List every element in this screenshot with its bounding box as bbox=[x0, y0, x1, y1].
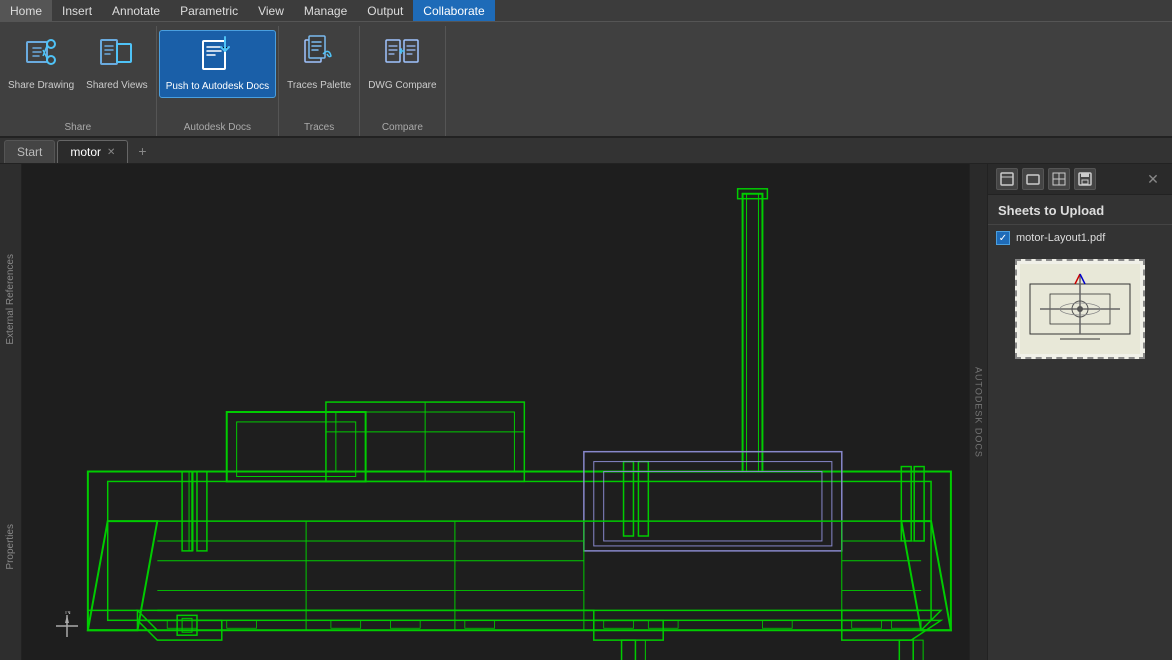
autodesk-docs-group-label: Autodesk Docs bbox=[159, 120, 276, 136]
ribbon: Share Drawing Shared Views Share bbox=[0, 22, 1172, 138]
share-drawing-icon bbox=[23, 34, 59, 78]
dwg-compare-label: DWG Compare bbox=[368, 80, 436, 92]
main-layout: External References Properties bbox=[0, 164, 1172, 660]
menu-home[interactable]: Home bbox=[0, 0, 52, 21]
ribbon-traces-section: Traces Palette Traces bbox=[279, 26, 360, 136]
ribbon-autodesk-docs-section: Push to Autodesk Docs Autodesk Docs bbox=[157, 26, 279, 136]
menu-output[interactable]: Output bbox=[357, 0, 413, 21]
compare-buttons-row: DWG Compare bbox=[362, 26, 442, 120]
properties-label[interactable]: Properties bbox=[3, 516, 18, 578]
menu-manage[interactable]: Manage bbox=[294, 0, 357, 21]
tab-add-button[interactable]: + bbox=[130, 139, 154, 163]
tab-motor-label: motor bbox=[70, 145, 101, 159]
shared-views-button[interactable]: Shared Views bbox=[80, 30, 154, 96]
menu-collaborate[interactable]: Collaborate bbox=[413, 0, 494, 21]
dwg-compare-icon bbox=[384, 34, 420, 78]
sheet-list-item[interactable]: ✓ motor-Layout1.pdf bbox=[988, 225, 1172, 251]
traces-palette-label: Traces Palette bbox=[287, 80, 351, 92]
sheet-checkbox[interactable]: ✓ bbox=[996, 231, 1010, 245]
ribbon-compare-section: DWG Compare Compare bbox=[360, 26, 445, 136]
drawing-area[interactable]: N AUTODESK DOCS bbox=[22, 164, 987, 660]
share-drawing-label: Share Drawing bbox=[8, 80, 74, 92]
tab-start[interactable]: Start bbox=[4, 140, 55, 163]
external-references-label[interactable]: External References bbox=[3, 246, 18, 353]
menu-view[interactable]: View bbox=[248, 0, 294, 21]
ribbon-share-section: Share Drawing Shared Views Share bbox=[0, 26, 157, 136]
menu-insert[interactable]: Insert bbox=[52, 0, 102, 21]
menu-parametric[interactable]: Parametric bbox=[170, 0, 248, 21]
traces-buttons-row: Traces Palette bbox=[281, 26, 357, 120]
right-panel-close-button[interactable]: ✕ bbox=[1142, 168, 1164, 190]
svg-text:N: N bbox=[65, 611, 71, 616]
share-buttons-row: Share Drawing Shared Views bbox=[2, 26, 154, 120]
panel-icon-btn-3[interactable] bbox=[1048, 168, 1070, 190]
share-drawing-button[interactable]: Share Drawing bbox=[2, 30, 80, 96]
autodesk-docs-buttons-row: Push to Autodesk Docs bbox=[159, 26, 276, 120]
panel-icon-btn-1[interactable] bbox=[996, 168, 1018, 190]
right-panel: ✕ Sheets to Upload ✓ motor-Layout1.pdf bbox=[987, 164, 1172, 660]
tab-start-label: Start bbox=[17, 145, 42, 159]
autodesk-docs-side-label: AUTODESK DOCS bbox=[969, 164, 987, 660]
shared-views-label: Shared Views bbox=[86, 80, 148, 92]
push-to-docs-icon bbox=[199, 35, 235, 79]
thumbnail-area bbox=[988, 251, 1172, 367]
compass: N bbox=[52, 611, 82, 644]
right-panel-header: ✕ bbox=[988, 164, 1172, 195]
cad-drawing bbox=[22, 164, 987, 660]
autodesk-docs-label-text: AUTODESK DOCS bbox=[974, 367, 984, 458]
compare-group-label: Compare bbox=[362, 120, 442, 136]
traces-group-label: Traces bbox=[281, 120, 357, 136]
sheet-filename: motor-Layout1.pdf bbox=[1016, 232, 1105, 244]
tab-motor[interactable]: motor ✕ bbox=[57, 140, 128, 163]
sheets-to-upload-title: Sheets to Upload bbox=[988, 195, 1172, 225]
dwg-compare-button[interactable]: DWG Compare bbox=[362, 30, 442, 96]
traces-palette-icon bbox=[301, 34, 337, 78]
traces-palette-button[interactable]: Traces Palette bbox=[281, 30, 357, 96]
menu-annotate[interactable]: Annotate bbox=[102, 0, 170, 21]
panel-icon-btn-2[interactable] bbox=[1022, 168, 1044, 190]
panel-icon-btn-save[interactable] bbox=[1074, 168, 1096, 190]
push-to-docs-label: Push to Autodesk Docs bbox=[166, 81, 269, 93]
left-sidebar: External References Properties bbox=[0, 164, 22, 660]
tabs-bar: Start motor ✕ + bbox=[0, 138, 1172, 164]
push-to-autodesk-docs-button[interactable]: Push to Autodesk Docs bbox=[159, 30, 276, 98]
sheet-thumbnail[interactable] bbox=[1015, 259, 1145, 359]
shared-views-icon bbox=[99, 34, 135, 78]
share-group-label: Share bbox=[2, 120, 154, 136]
tab-motor-close[interactable]: ✕ bbox=[107, 147, 115, 158]
menu-bar: Home Insert Annotate Parametric View Man… bbox=[0, 0, 1172, 22]
